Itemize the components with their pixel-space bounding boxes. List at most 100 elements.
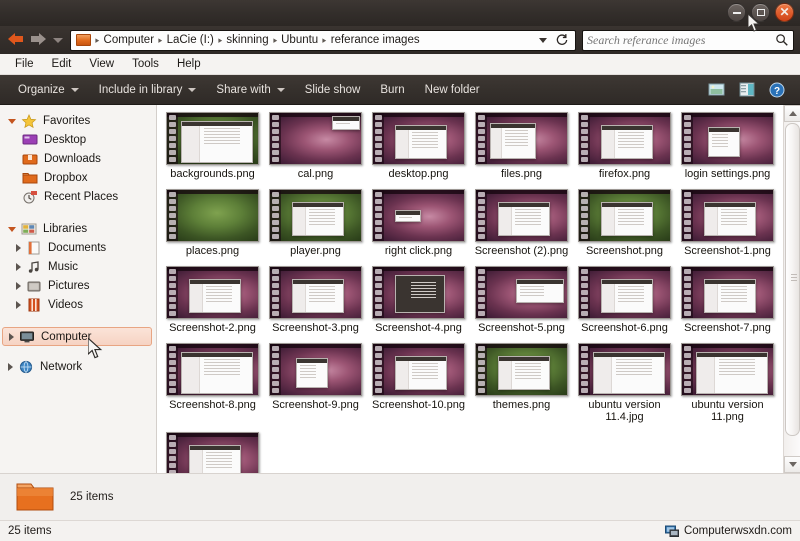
menu-file[interactable]: File <box>6 58 43 70</box>
sidebar-item-recent-places[interactable]: Recent Places <box>0 187 156 206</box>
close-button[interactable]: ✕ <box>775 3 794 22</box>
file-name-label: desktop.png <box>389 168 449 180</box>
new-folder-button[interactable]: New folder <box>415 79 490 101</box>
sidebar-item-pictures[interactable]: Pictures <box>0 276 156 295</box>
menu-tools[interactable]: Tools <box>123 58 168 70</box>
sidebar-item-documents[interactable]: Documents <box>0 238 156 257</box>
file-thumbnail <box>681 189 774 242</box>
file-tile[interactable]: files.png <box>470 109 573 180</box>
file-thumbnail <box>475 343 568 396</box>
slide-show-button[interactable]: Slide show <box>295 79 371 101</box>
expander-closed-icon[interactable] <box>16 301 21 309</box>
breadcrumb-ubuntu[interactable]: Ubuntu <box>279 34 320 46</box>
burn-button[interactable]: Burn <box>370 79 414 101</box>
include-in-library-button[interactable]: Include in library <box>89 79 207 101</box>
breadcrumb-referance-images[interactable]: referance images <box>329 34 422 46</box>
file-tile[interactable]: Screenshot.png <box>573 186 676 257</box>
file-thumbnail <box>578 343 671 396</box>
file-tile[interactable]: desktop.png <box>367 109 470 180</box>
expander-closed-icon[interactable] <box>8 363 13 371</box>
file-tile[interactable]: Screenshot (2).png <box>470 186 573 257</box>
file-tile[interactable] <box>161 429 264 473</box>
expander-open-icon[interactable] <box>8 227 16 232</box>
file-tile[interactable]: Screenshot-5.png <box>470 263 573 334</box>
file-name-label: firefox.png <box>599 168 650 180</box>
expander-closed-icon[interactable] <box>16 244 21 252</box>
file-tile[interactable]: right click.png <box>367 186 470 257</box>
file-tile[interactable]: Screenshot-2.png <box>161 263 264 334</box>
sidebar-item-computer[interactable]: Computer <box>2 327 152 346</box>
sidebar-item-favorites[interactable]: Favorites <box>0 111 156 130</box>
file-tile[interactable]: Screenshot-1.png <box>676 186 779 257</box>
file-tile[interactable]: places.png <box>161 186 264 257</box>
recent-pages-caret-icon[interactable] <box>53 38 63 43</box>
file-tile[interactable]: firefox.png <box>573 109 676 180</box>
file-tile[interactable]: ubuntu version 11.4.jpg <box>573 340 676 423</box>
menu-help[interactable]: Help <box>168 58 210 70</box>
file-thumbnail <box>166 343 259 396</box>
file-tile[interactable]: Screenshot-4.png <box>367 263 470 334</box>
help-button[interactable]: ? <box>762 82 792 98</box>
file-tile[interactable]: cal.png <box>264 109 367 180</box>
back-button[interactable] <box>6 31 26 49</box>
star-icon <box>21 114 37 128</box>
change-view-button[interactable] <box>701 82 732 97</box>
forward-button[interactable] <box>28 31 48 49</box>
file-tile[interactable]: Screenshot-8.png <box>161 340 264 423</box>
chevron-down-icon <box>71 88 79 92</box>
file-thumbnail <box>166 266 259 319</box>
organize-button[interactable]: Organize <box>8 79 89 101</box>
file-name-label: Screenshot.png <box>586 245 663 257</box>
sidebar-item-network[interactable]: Network <box>0 357 156 376</box>
file-tile[interactable]: login settings.png <box>676 109 779 180</box>
expander-closed-icon[interactable] <box>16 263 21 271</box>
sidebar-item-videos[interactable]: Videos <box>0 295 156 314</box>
file-thumbnail <box>475 266 568 319</box>
file-thumbnail <box>372 189 465 242</box>
file-tile[interactable]: player.png <box>264 186 367 257</box>
expander-open-icon[interactable] <box>8 119 16 124</box>
address-dropdown-icon[interactable] <box>539 38 547 43</box>
file-tile[interactable]: Screenshot-9.png <box>264 340 367 423</box>
file-name-label: login settings.png <box>685 168 771 180</box>
sidebar-item-desktop[interactable]: Desktop <box>0 130 156 149</box>
breadcrumb-computer[interactable]: Computer <box>102 34 157 46</box>
file-tile[interactable]: themes.png <box>470 340 573 423</box>
expander-closed-icon[interactable] <box>9 333 14 341</box>
file-tile[interactable]: Screenshot-10.png <box>367 340 470 423</box>
minimize-button[interactable] <box>727 3 746 22</box>
file-tile[interactable]: Screenshot-6.png <box>573 263 676 334</box>
details-item-count: 25 items <box>70 491 113 503</box>
file-name-label: Screenshot-8.png <box>169 399 256 411</box>
scroll-down-button[interactable] <box>784 456 800 473</box>
share-with-button[interactable]: Share with <box>206 79 294 101</box>
sidebar-label-dropbox: Dropbox <box>44 172 87 184</box>
file-thumbnail <box>475 189 568 242</box>
file-tile[interactable]: backgrounds.png <box>161 109 264 180</box>
preview-pane-button[interactable] <box>732 82 762 97</box>
computer-icon <box>19 330 35 344</box>
address-folder-icon <box>76 34 91 46</box>
search-icon[interactable] <box>775 33 789 47</box>
search-box[interactable] <box>582 30 794 51</box>
menu-view[interactable]: View <box>80 58 123 70</box>
sidebar-item-dropbox[interactable]: Dropbox <box>0 168 156 187</box>
search-input[interactable] <box>587 33 775 48</box>
scroll-up-button[interactable] <box>784 105 800 122</box>
expander-closed-icon[interactable] <box>16 282 21 290</box>
menu-edit[interactable]: Edit <box>43 58 81 70</box>
scrollbar-thumb[interactable] <box>785 123 800 436</box>
file-list-view[interactable]: backgrounds.pngcal.png desktop.png files.p… <box>157 105 800 473</box>
file-tile[interactable]: Screenshot-7.png <box>676 263 779 334</box>
sidebar-item-music[interactable]: Music <box>0 257 156 276</box>
breadcrumb-lacie[interactable]: LaCie (I:) <box>165 34 216 46</box>
sidebar-item-libraries[interactable]: Libraries <box>0 219 156 238</box>
refresh-icon[interactable] <box>555 33 569 47</box>
file-name-label: Screenshot-6.png <box>581 322 668 334</box>
address-bar[interactable]: ▸ Computer ▸ LaCie (I:) ▸ skinning ▸ Ubu… <box>70 30 576 51</box>
sidebar-item-downloads[interactable]: Downloads <box>0 149 156 168</box>
vertical-scrollbar[interactable] <box>783 105 800 473</box>
file-tile[interactable]: ubuntu version 11.png <box>676 340 779 423</box>
file-tile[interactable]: Screenshot-3.png <box>264 263 367 334</box>
breadcrumb-skinning[interactable]: skinning <box>224 34 270 46</box>
